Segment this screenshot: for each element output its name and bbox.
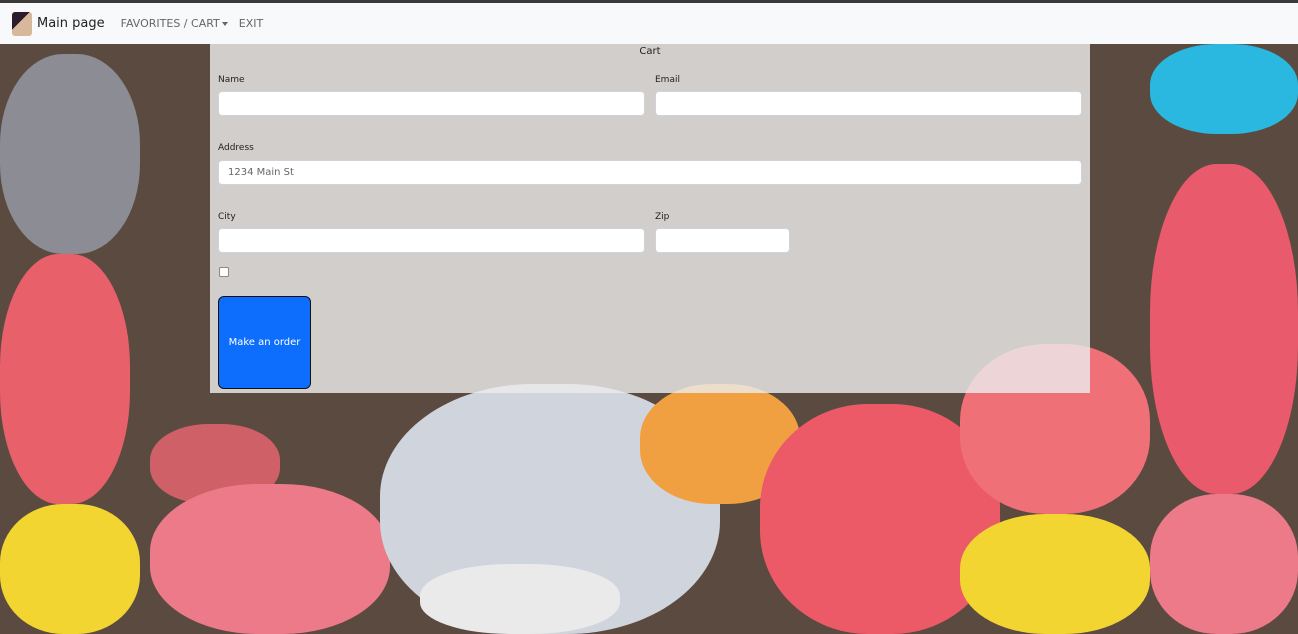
checkbox[interactable] — [219, 267, 229, 277]
name-input[interactable] — [218, 91, 645, 116]
email-label: Email — [655, 75, 680, 85]
name-label: Name — [218, 75, 245, 85]
socks-logo-icon[interactable] — [12, 11, 32, 36]
brand-link[interactable]: Main page — [37, 16, 105, 31]
email-input[interactable] — [655, 91, 1082, 116]
address-label: Address — [218, 143, 254, 153]
city-label: City — [218, 212, 236, 222]
cart-title: Cart — [639, 46, 661, 57]
city-input[interactable] — [218, 228, 645, 253]
zip-input[interactable] — [655, 228, 790, 253]
navbar: Main page FAVORITES / CART EXIT — [0, 3, 1298, 44]
favorites-cart-dropdown[interactable]: FAVORITES / CART — [121, 17, 228, 30]
caret-down-icon — [221, 22, 228, 26]
favorites-cart-label: FAVORITES / CART — [120, 17, 220, 30]
address-input[interactable] — [218, 160, 1082, 185]
make-order-button[interactable]: Make an order — [218, 296, 311, 389]
exit-link[interactable]: EXIT — [239, 17, 263, 30]
zip-label: Zip — [655, 212, 670, 222]
cart-form: Cart Name Email Address City Zip Make an… — [210, 44, 1090, 393]
